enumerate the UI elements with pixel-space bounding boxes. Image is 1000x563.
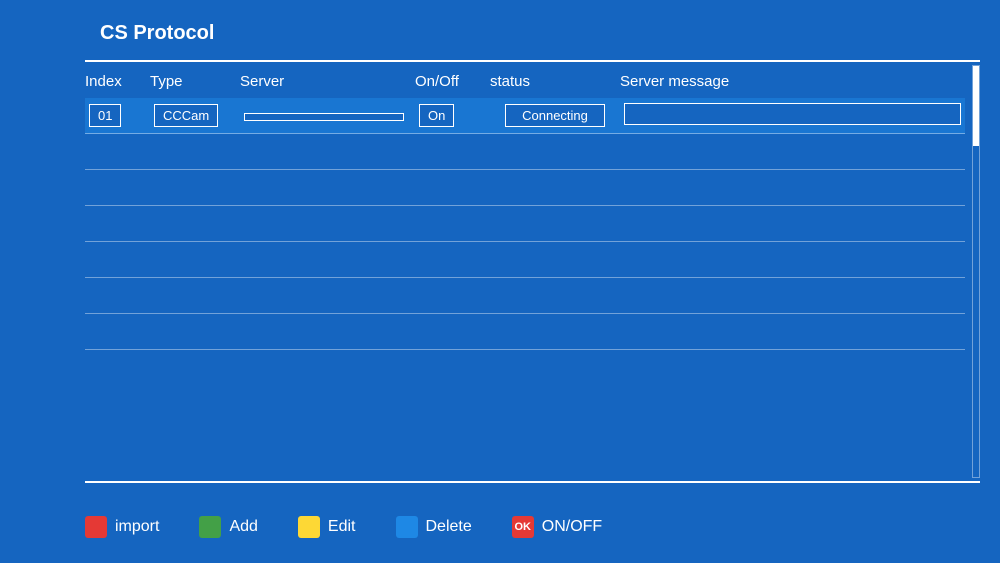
server-box bbox=[244, 113, 404, 121]
add-button[interactable]: Add bbox=[199, 516, 257, 538]
content-area: Index Type Server On/Off status Server m… bbox=[85, 65, 965, 478]
add-icon bbox=[199, 516, 221, 538]
scrollbar[interactable] bbox=[972, 65, 980, 478]
col-header-onoff: On/Off bbox=[415, 73, 490, 90]
cell-index: 01 bbox=[85, 102, 150, 129]
onoff-button[interactable]: OK ON/OFF bbox=[512, 516, 602, 538]
import-label: import bbox=[115, 518, 159, 536]
import-button[interactable]: import bbox=[85, 516, 159, 538]
cell-type: CCCam bbox=[150, 102, 240, 129]
add-label: Add bbox=[229, 518, 257, 536]
col-header-type: Type bbox=[150, 73, 240, 90]
col-header-status: status bbox=[490, 73, 620, 90]
onoff-box: On bbox=[419, 104, 454, 127]
cell-message bbox=[620, 101, 965, 130]
ok-icon: OK bbox=[512, 516, 534, 538]
col-header-index: Index bbox=[85, 73, 150, 90]
table-row[interactable] bbox=[85, 170, 965, 206]
edit-label: Edit bbox=[328, 518, 356, 536]
page-title: CS Protocol bbox=[100, 22, 214, 45]
table-row[interactable]: 01 CCCam On Connecting bbox=[85, 98, 965, 134]
table-headers: Index Type Server On/Off status Server m… bbox=[85, 65, 965, 98]
cell-onoff: On bbox=[415, 102, 490, 129]
status-box: Connecting bbox=[505, 104, 605, 127]
edit-button[interactable]: Edit bbox=[298, 516, 356, 538]
index-box: 01 bbox=[89, 104, 121, 127]
table-row[interactable] bbox=[85, 314, 965, 350]
col-header-message: Server message bbox=[620, 73, 965, 90]
col-header-server: Server bbox=[240, 73, 415, 90]
table-row[interactable] bbox=[85, 134, 965, 170]
bottom-divider bbox=[85, 481, 980, 483]
table-row[interactable] bbox=[85, 278, 965, 314]
cell-status: Connecting bbox=[490, 102, 620, 129]
top-divider bbox=[85, 60, 980, 62]
type-box: CCCam bbox=[154, 104, 218, 127]
table-row[interactable] bbox=[85, 242, 965, 278]
table-row[interactable] bbox=[85, 206, 965, 242]
message-box bbox=[624, 103, 961, 125]
main-container: CS Protocol Index Type Server On/Off sta… bbox=[0, 0, 1000, 563]
delete-label: Delete bbox=[426, 518, 472, 536]
onoff-label: ON/OFF bbox=[542, 518, 602, 536]
cell-server bbox=[240, 106, 415, 126]
delete-icon bbox=[396, 516, 418, 538]
scrollbar-thumb[interactable] bbox=[973, 66, 979, 146]
edit-icon bbox=[298, 516, 320, 538]
bottom-buttons: import Add Edit Delete OK ON/OFF bbox=[85, 516, 965, 538]
import-icon bbox=[85, 516, 107, 538]
delete-button[interactable]: Delete bbox=[396, 516, 472, 538]
